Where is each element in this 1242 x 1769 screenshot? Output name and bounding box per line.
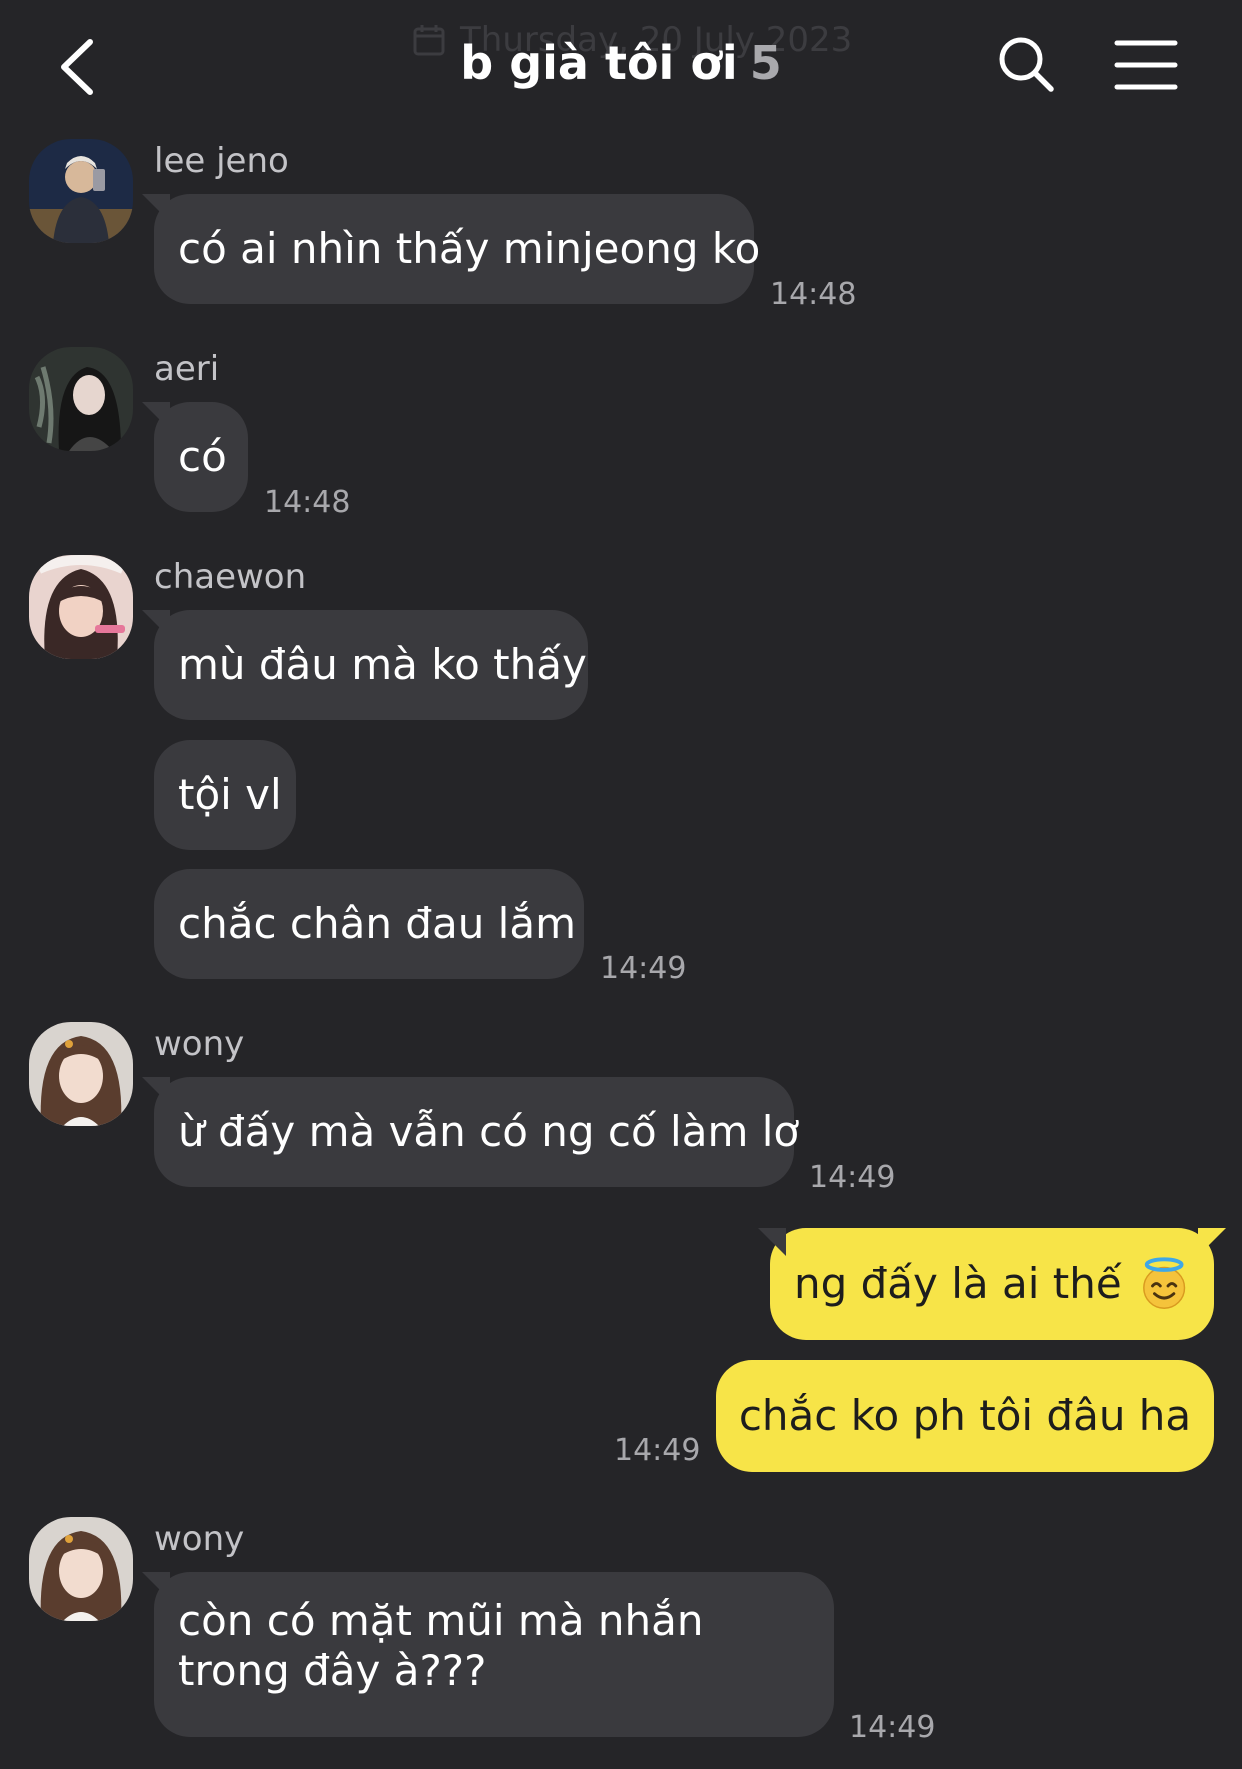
message-bubble[interactable]: còn có mặt mũi mà nhắn trong đây à??? <box>154 1572 834 1737</box>
search-button[interactable] <box>996 34 1056 94</box>
sender-name: lee jeno <box>154 141 289 181</box>
message-time: 14:49 <box>614 1433 701 1468</box>
message-time: 14:48 <box>770 277 857 312</box>
my-message-bubble[interactable]: chắc ko ph tôi đâu ha <box>716 1360 1214 1472</box>
avatar-wony[interactable] <box>29 1517 133 1621</box>
avatar-aeri[interactable] <box>29 347 133 451</box>
member-count: 5 <box>749 36 782 90</box>
message-time: 14:49 <box>849 1710 936 1745</box>
chat-name: b già tôi ơi <box>460 36 738 90</box>
avatar-wony[interactable] <box>29 1022 133 1126</box>
sender-name: chaewon <box>154 557 307 597</box>
smiling-face-with-halo-icon <box>1142 1257 1185 1309</box>
message-time: 14:49 <box>600 951 687 986</box>
menu-button[interactable] <box>1114 38 1178 92</box>
search-icon <box>999 37 1054 92</box>
message-time: 14:49 <box>809 1160 896 1195</box>
avatar-chaewon[interactable] <box>29 555 133 659</box>
message-bubble[interactable]: mù đâu mà ko thấy <box>154 610 588 720</box>
sender-name: wony <box>154 1519 245 1559</box>
sender-name: wony <box>154 1024 245 1064</box>
message-bubble[interactable]: có <box>154 402 248 512</box>
avatar-lee-jeno[interactable] <box>29 139 133 243</box>
hamburger-menu-icon <box>1114 40 1178 90</box>
my-message-bubble[interactable]: ng đấy là ai thế <box>770 1228 1214 1340</box>
sender-name: aeri <box>154 349 220 389</box>
message-time: 14:48 <box>264 485 351 520</box>
chat-header: Thursday, 20 July 2023 b già tôi ơi 5 <box>0 0 1242 130</box>
message-bubble[interactable]: tội vl <box>154 740 296 850</box>
message-bubble[interactable]: chắc chân đau lắm <box>154 869 584 979</box>
message-text: ng đấy là ai thế <box>794 1259 1122 1308</box>
message-bubble[interactable]: ừ đấy mà vẫn có ng cố làm lơ <box>154 1077 799 1187</box>
message-bubble[interactable]: có ai nhìn thấy minjeong ko <box>154 194 760 304</box>
